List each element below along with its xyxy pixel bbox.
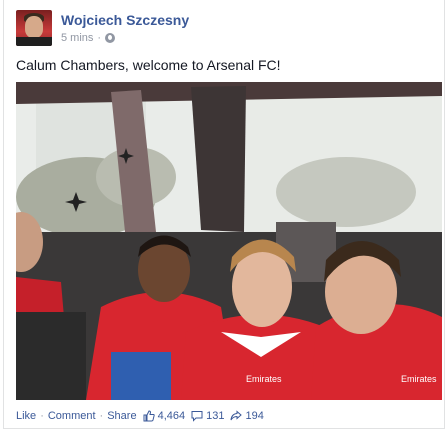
post-time[interactable]: 5 mins xyxy=(61,32,93,44)
likes-count: 4,464 xyxy=(157,410,186,422)
action-separator: · xyxy=(40,410,44,422)
person4-jersey-text: Emirates xyxy=(401,374,437,384)
action-bar: Like · Comment · Share 4,464 131 194 xyxy=(16,407,436,425)
avatar-face xyxy=(25,16,43,38)
post-header: Wojciech Szczesny 5 mins · xyxy=(16,10,436,46)
post-card: Wojciech Szczesny 5 mins · Calum Chamber… xyxy=(3,0,445,429)
person3-jersey-text: Emirates xyxy=(246,374,282,384)
comment-bubble-icon xyxy=(191,411,203,422)
comment-link[interactable]: Comment xyxy=(48,410,96,422)
comments-stat[interactable]: 131 xyxy=(191,410,224,422)
post-photo[interactable]: Emirates Emirates xyxy=(16,82,442,400)
post-meta: 5 mins · xyxy=(61,32,116,44)
author-name[interactable]: Wojciech Szczesny xyxy=(61,12,189,28)
likes-stat[interactable]: 4,464 xyxy=(143,410,186,422)
share-link[interactable]: Share xyxy=(107,410,136,422)
like-link[interactable]: Like xyxy=(16,410,36,422)
share-arrow-icon xyxy=(230,410,243,421)
shares-count: 194 xyxy=(245,410,264,422)
trees-right xyxy=(276,157,416,227)
post-text: Calum Chambers, welcome to Arsenal FC! xyxy=(16,57,281,73)
avatar-shirt xyxy=(16,37,52,46)
person2-shorts xyxy=(111,352,171,400)
action-separator: · xyxy=(99,410,104,422)
meta-separator: · xyxy=(97,32,102,44)
avatar[interactable] xyxy=(16,10,52,46)
photo-illustration: Emirates Emirates xyxy=(16,82,442,400)
thumbs-up-icon xyxy=(143,410,155,422)
comments-count: 131 xyxy=(206,410,225,422)
globe-icon[interactable] xyxy=(105,33,116,43)
armrest xyxy=(16,312,86,400)
shares-stat[interactable]: 194 xyxy=(230,410,264,422)
